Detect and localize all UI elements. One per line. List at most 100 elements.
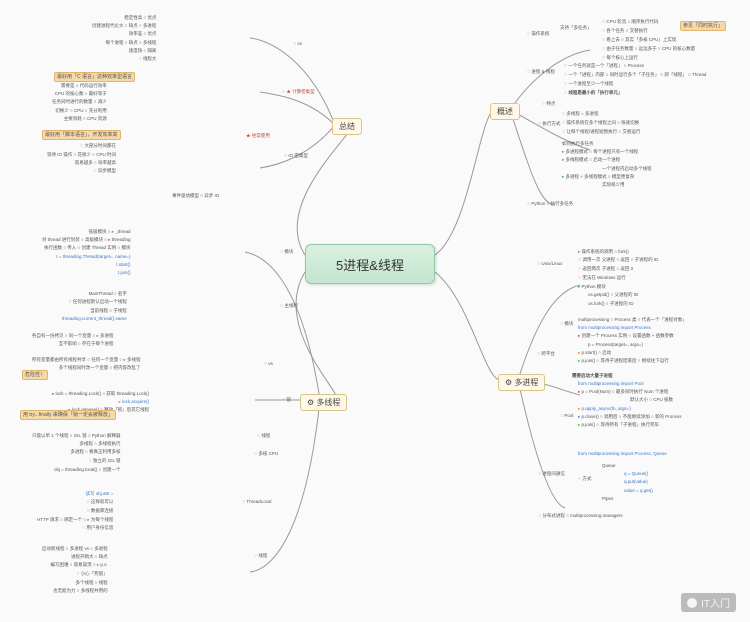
node[interactable]: IO 密集型	[282, 152, 310, 160]
node[interactable]: vs	[262, 360, 275, 368]
node[interactable]: 多线程 = 多进程	[560, 110, 601, 118]
node[interactable]: CPU 轮流 ○ 顺序执行代码	[600, 18, 660, 26]
branch-overview[interactable]: 概述	[490, 103, 520, 120]
node[interactable]: 多线程模式 ○ 启动一个进程	[560, 157, 622, 164]
node[interactable]: 返回两次 子进程 ○ 返回 0	[576, 265, 635, 273]
node[interactable]: 各自有一份拷贝 ○ 同一个变量 ○ 多进程	[30, 332, 115, 339]
node[interactable]: 任务同时进行的数量 ○ 减少	[50, 99, 109, 106]
node[interactable]: 模块	[278, 248, 295, 256]
node[interactable]: 进程开销大 ○ 缺点	[69, 553, 110, 560]
node[interactable]: 分布式进程 ○ multiprocessing.managers	[536, 512, 625, 520]
node[interactable]: MainThread ○ 名字	[87, 290, 129, 297]
node[interactable]: 所有变量都由所有线程共享 ○ 任何一个变量 ○ 多线程	[30, 356, 142, 363]
node[interactable]: 对 thread 进行封装 ○ 高级模块 ○ threading	[40, 236, 132, 243]
node[interactable]: 线程	[252, 552, 269, 560]
node[interactable]: 跨平台	[535, 350, 557, 358]
node-highlight[interactable]: 最好用「脚本语言」，开发效率高	[42, 130, 121, 140]
node[interactable]: from multiprocessing import Process	[576, 324, 653, 331]
node[interactable]: p = Process(target=, args=)	[586, 341, 645, 348]
node[interactable]: from multiprocessing import Process, Que…	[576, 450, 669, 457]
node[interactable]: 多进程 ○ 要真正利用多核	[68, 449, 122, 456]
node[interactable]: 实际很少用	[600, 182, 627, 189]
node[interactable]: 互不影响 ○ 存在于每个进程	[57, 340, 116, 347]
node[interactable]: 读写 obj.attr =	[83, 490, 115, 497]
node[interactable]: 等待 IO 操作 ○ 花很少 ○ CPU 时间	[45, 151, 118, 158]
node[interactable]: 线程	[255, 432, 272, 440]
node[interactable]: 这样就可以	[84, 498, 115, 506]
node[interactable]: 调用一次 父进程 ○ 返回 ○ 子进程的 ID	[576, 256, 660, 264]
node[interactable]: Queue	[600, 462, 618, 469]
node[interactable]: 操作系统在多个线程之间 ○ 快速切换	[560, 119, 641, 127]
node-highlight[interactable]: 危险性！	[22, 370, 48, 380]
node[interactable]: 一个进程至少一个线程	[562, 80, 615, 88]
node[interactable]: p.close() ○ 调用后 ○ 不能继续添加 ○ 新的 Process	[576, 413, 683, 420]
node[interactable]: 大部分时间都在	[78, 142, 118, 150]
node[interactable]: 一个任务就是一个「进程」 ○ Process	[562, 62, 646, 70]
node[interactable]: 线程是最小的「执行单元」	[562, 89, 624, 97]
node[interactable]: 执行方式	[536, 120, 562, 128]
node[interactable]: 模块	[558, 320, 575, 328]
node[interactable]: 主线程	[278, 302, 300, 310]
node[interactable]: q = Queue()	[622, 470, 650, 477]
node[interactable]: 一个进程内启动多个线程	[600, 165, 654, 172]
node[interactable]: CPU 的核心数 ○ 最好等于	[53, 90, 109, 97]
node[interactable]: 用户身份信息	[80, 525, 115, 533]
node[interactable]: t.start()	[114, 261, 132, 268]
node[interactable]: 只能以单 1 个线程 ○ GIL 锁 ○ Python 解释器	[30, 432, 123, 439]
node[interactable]: 小心「死锁」	[74, 570, 109, 578]
center-topic[interactable]: 5进程&线程	[305, 244, 435, 284]
node[interactable]: 独立的 GIL 锁	[87, 457, 123, 465]
node[interactable]: HTTP 请求 ○ 绑定一个 ○ 为每个线程	[35, 516, 115, 523]
node[interactable]: 效率差 ○ 优点	[127, 31, 159, 38]
node[interactable]: 数据库连接	[84, 507, 115, 515]
node[interactable]: 稳定性高 ○ 优点	[122, 14, 158, 21]
node[interactable]: 每个进程 ○ 缺点 ○ 多线程	[104, 39, 159, 46]
node[interactable]: 操作系统的调用 ○ fork()	[576, 248, 631, 255]
node[interactable]: 速度快 ○ 隔离	[127, 47, 159, 54]
node[interactable]: value = q.get()	[622, 487, 655, 494]
node[interactable]: 各个任务 ○ 交替执行	[600, 27, 650, 35]
node[interactable]: 特点	[540, 100, 557, 108]
node[interactable]: 低级模块 ○ _thread	[86, 228, 132, 235]
node[interactable]: 启动新线程 ○ 多进程 vs ○ 多进程	[40, 545, 110, 552]
node[interactable]: ★ 经常使用	[244, 132, 272, 139]
node[interactable]: p.start() ○ 启动	[576, 349, 613, 356]
node[interactable]: 如何执行多任务	[560, 140, 596, 147]
node-highlight[interactable]: 最好用「C 语言」这种效率型语言	[54, 72, 135, 82]
node[interactable]: Unix/Linux	[535, 260, 564, 268]
node[interactable]: 当前线程 ○ 子线程	[88, 307, 129, 314]
node[interactable]: lock = threading.Lock() ○ 获取 threading.L…	[50, 390, 151, 397]
node[interactable]: p.join() ○ 等待子进程结束后 ○ 继续往下运行	[576, 358, 671, 365]
node[interactable]: 创建进程代价大 ○ 缺点 ○ 多进程	[90, 22, 158, 29]
node[interactable]: threading.current_thread().name	[60, 316, 129, 323]
node[interactable]: 多核 CPU	[252, 450, 280, 458]
node[interactable]: from multiprocessing import Pool	[576, 380, 646, 387]
node[interactable]: 操作系统	[525, 30, 551, 38]
node[interactable]: p.apply_async(fn, args=)	[576, 405, 633, 412]
node[interactable]: 多线程 ○ 多线程执行	[77, 440, 122, 447]
node[interactable]: 编写困难 ○ 容易崩溃 ○ p.s.	[48, 562, 109, 569]
node[interactable]: 锁	[280, 396, 293, 404]
node[interactable]: Pool	[558, 412, 575, 420]
node[interactable]: 任何进程默认启动一个线程	[66, 298, 128, 306]
node[interactable]: Python ○ 执行多任务	[525, 200, 575, 208]
node[interactable]: lock.acquire()	[117, 398, 152, 405]
node[interactable]: 执行函数 ○ 传入 ○ 创建 Thread 实例 ○ 模块	[42, 245, 132, 252]
node[interactable]: 多进程 + 多线程模式 ○ 模型更复杂	[560, 173, 636, 180]
node-highlight[interactable]: 参见「同时执行」	[680, 21, 726, 31]
node[interactable]: 事件驱动模型 ○ 异步 IO	[170, 192, 221, 199]
node[interactable]: 多个线程同时改一个变量 ○ 把内容改乱了	[57, 364, 143, 371]
node[interactable]: 看上去 ○ 其实「多核 CPU」上实现	[600, 36, 678, 44]
node[interactable]: Python 模块	[576, 283, 608, 290]
node[interactable]: p = Pool(Num) ○ 最多同时执行 Num 个进程	[576, 388, 670, 395]
node[interactable]: Pipes	[600, 495, 615, 502]
node[interactable]: 每个核心上运行	[600, 54, 640, 62]
node[interactable]: 无法在 Windows 运行	[576, 274, 628, 282]
node[interactable]: obj = threading.local() ○ 创建一个	[52, 466, 123, 473]
node-highlight[interactable]: 用 try...finally 来确保「锁一定会被释放」	[20, 410, 116, 420]
node[interactable]: 进程间通信	[536, 470, 567, 478]
node[interactable]: 支持「多任务」	[558, 24, 594, 31]
branch-summary[interactable]: 总结	[332, 118, 362, 135]
node[interactable]: 需要是 ○ 代码运行效率	[59, 82, 109, 89]
node[interactable]: 一个「进程」内部 ○ 同时运行多个「子任务」 ○ 即「线程」 ○ Thread	[562, 71, 708, 79]
